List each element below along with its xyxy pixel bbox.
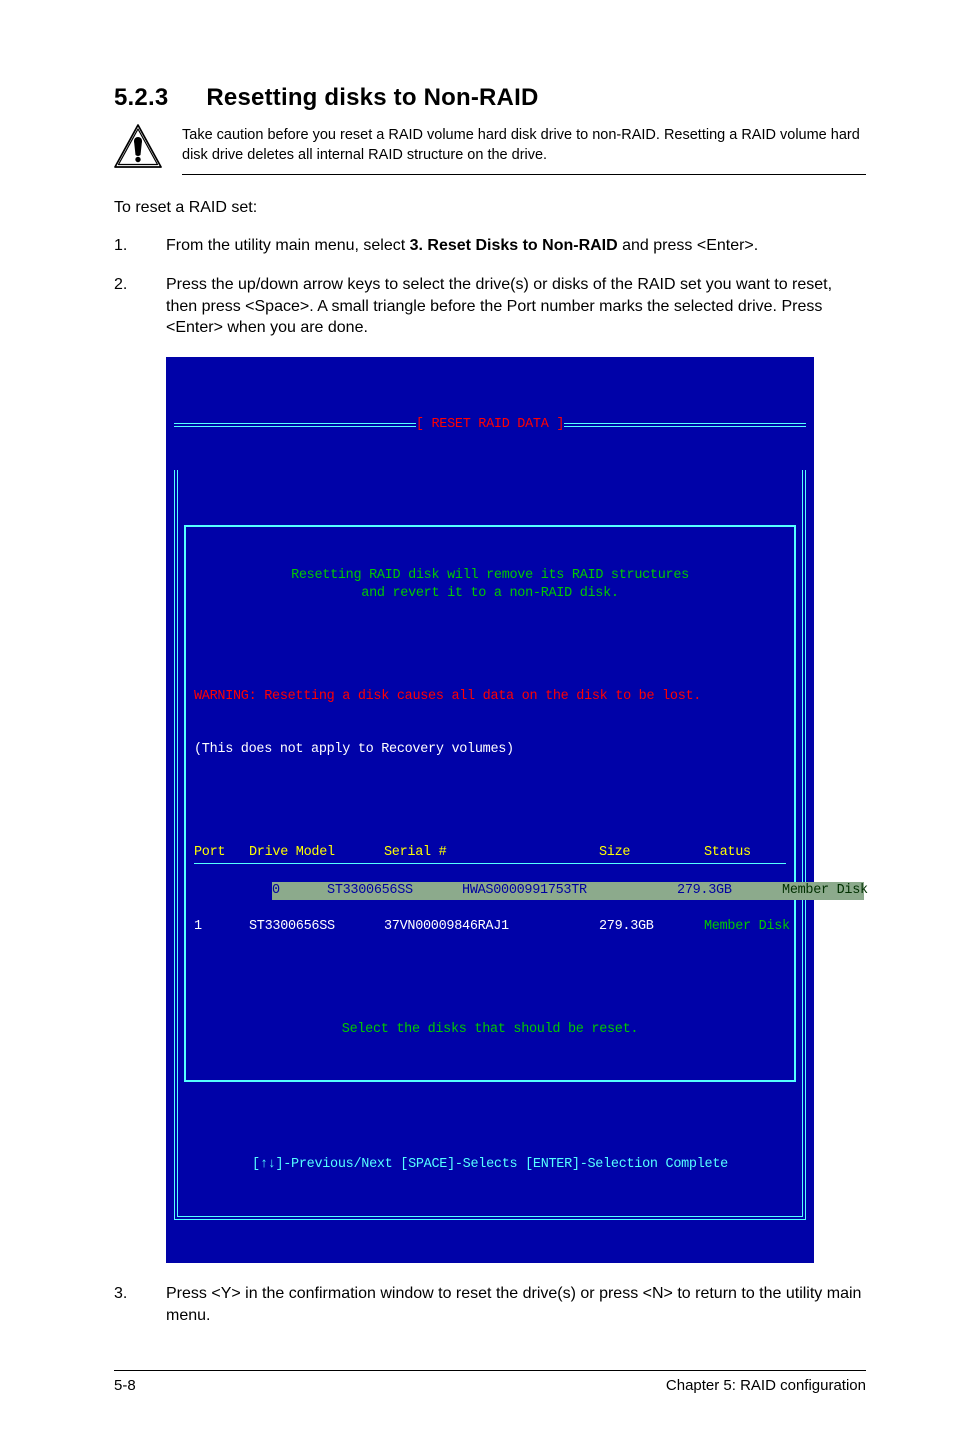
section-title: Resetting disks to Non-RAID bbox=[206, 84, 538, 112]
step-text-bold: 3. Reset Disks to Non-RAID bbox=[410, 237, 618, 254]
bios-select-message: Select the disks that should be reset. bbox=[194, 1021, 786, 1039]
cell-model: ST3300656SS bbox=[249, 918, 384, 936]
section-heading: 5.2.3 Resetting disks to Non-RAID bbox=[114, 84, 866, 112]
bios-footer-nav: [↑↓]-Previous/Next [SPACE]-Selects [ENTE… bbox=[184, 1156, 796, 1174]
chapter-label: Chapter 5: RAID configuration bbox=[666, 1377, 866, 1394]
step-3: 3. Press <Y> in the confirmation window … bbox=[114, 1283, 866, 1326]
col-header-size: Size bbox=[599, 844, 704, 862]
cell-size: 279.3GB bbox=[599, 918, 704, 936]
bios-message-1: Resetting RAID disk will remove its RAID… bbox=[234, 567, 746, 585]
cell-port: 1 bbox=[194, 918, 249, 936]
bios-message-2: and revert it to a non-RAID disk. bbox=[234, 585, 746, 603]
cell-serial: HWAS0000991753TR bbox=[462, 882, 677, 900]
step-number: 1. bbox=[114, 235, 132, 257]
page-number: 5-8 bbox=[114, 1377, 136, 1394]
step-text-prefix: From the utility main menu, select bbox=[166, 237, 410, 254]
col-header-model: Drive Model bbox=[249, 844, 384, 862]
cell-model: ST3300656SS bbox=[327, 882, 462, 900]
page-footer: 5-8 Chapter 5: RAID configuration bbox=[114, 1370, 866, 1394]
caution-callout: Take caution before you reset a RAID vol… bbox=[114, 122, 866, 168]
intro-text: To reset a RAID set: bbox=[114, 197, 866, 219]
step-body: Press the up/down arrow keys to select t… bbox=[166, 274, 866, 339]
bios-warning-text: Resetting a disk causes all data on the … bbox=[264, 689, 701, 704]
bios-warning-label: WARNING: bbox=[194, 689, 264, 704]
section-number: 5.2.3 bbox=[114, 84, 168, 112]
col-header-status: Status bbox=[704, 844, 751, 862]
bios-dialog: [ RESET RAID DATA ] Resetting RAID disk … bbox=[166, 357, 814, 1263]
table-row[interactable]: 1ST3300656SS37VN00009846RAJ1279.3GBMembe… bbox=[194, 918, 786, 936]
step-text-suffix: and press <Enter>. bbox=[618, 237, 759, 254]
bios-title: [ RESET RAID DATA ] bbox=[416, 416, 564, 434]
cell-size: 279.3GB bbox=[677, 882, 782, 900]
table-row[interactable]: 0ST3300656SSHWAS0000991753TR279.3GBMembe… bbox=[272, 882, 864, 900]
cell-serial: 37VN00009846RAJ1 bbox=[384, 918, 599, 936]
caution-text: Take caution before you reset a RAID vol… bbox=[182, 122, 866, 165]
bios-table-header: PortDrive ModelSerial #SizeStatus bbox=[194, 844, 786, 864]
callout-divider bbox=[182, 174, 866, 175]
bios-recovery-note: (This does not apply to Recovery volumes… bbox=[194, 741, 786, 759]
col-header-serial: Serial # bbox=[384, 844, 599, 862]
col-header-port: Port bbox=[194, 844, 249, 862]
cell-port: 0 bbox=[272, 882, 327, 900]
step-1: 1. From the utility main menu, select 3.… bbox=[114, 235, 866, 257]
cell-status: Member Disk bbox=[782, 882, 868, 900]
step-body: From the utility main menu, select 3. Re… bbox=[166, 235, 866, 257]
step-2: 2. Press the up/down arrow keys to selec… bbox=[114, 274, 866, 339]
step-number: 2. bbox=[114, 274, 132, 339]
caution-icon bbox=[114, 124, 162, 168]
step-body: Press <Y> in the confirmation window to … bbox=[166, 1283, 866, 1326]
step-number: 3. bbox=[114, 1283, 132, 1326]
cell-status: Member Disk bbox=[704, 918, 790, 936]
